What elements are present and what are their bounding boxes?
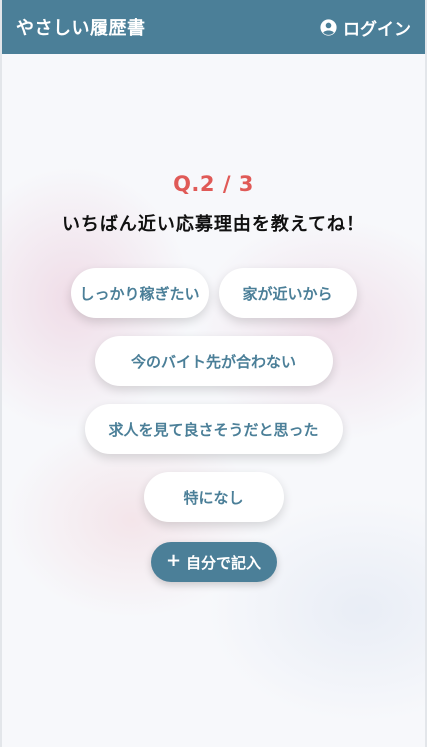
question-text: いちばん近い応募理由を教えてね！ xyxy=(61,214,366,235)
app-screen: やさしい履歴書 ログイン Q.2 / 3 いちばん近い応募理由を教えてね！ しっ… xyxy=(0,0,427,747)
choice-button-none[interactable]: 特になし xyxy=(143,472,284,522)
question-section: Q.2 / 3 いちばん近い応募理由を教えてね！ xyxy=(2,172,425,236)
choice-button-saw-listing[interactable]: 求人を見て良さそうだと思った xyxy=(84,404,343,454)
choice-button-current-job-mismatch[interactable]: 今のバイト先が合わない xyxy=(94,336,333,386)
user-circle-icon xyxy=(320,18,337,36)
login-button[interactable]: ログイン xyxy=(320,15,411,40)
choice-button-near-home[interactable]: 家が近いから xyxy=(218,268,357,318)
choice-row: 特になし xyxy=(2,472,425,522)
self-entry-section: + 自分で記入 xyxy=(2,542,425,582)
choice-row: しっかり稼ぎたい 家が近いから xyxy=(2,268,425,318)
self-entry-label: 自分で記入 xyxy=(186,553,262,572)
choice-list: しっかり稼ぎたい 家が近いから 今のバイト先が合わない 求人を見て良さそうだと思… xyxy=(2,268,425,540)
brand-title[interactable]: やさしい履歴書 xyxy=(16,14,146,40)
question-number: Q.2 / 3 xyxy=(173,172,254,196)
choice-row: 求人を見て良さそうだと思った xyxy=(2,404,425,454)
choice-row: 今のバイト先が合わない xyxy=(2,336,425,386)
login-label: ログイン xyxy=(343,19,411,40)
choice-button-earn[interactable]: しっかり稼ぎたい xyxy=(70,268,209,318)
plus-icon: + xyxy=(165,550,182,571)
self-entry-button[interactable]: + 自分で記入 xyxy=(150,542,277,582)
app-header: やさしい履歴書 ログイン xyxy=(2,0,425,54)
